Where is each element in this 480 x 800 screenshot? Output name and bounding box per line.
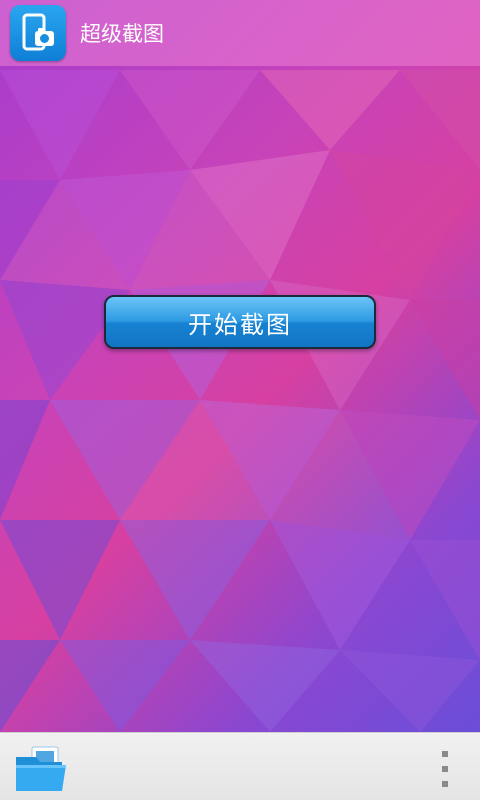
overflow-dot	[442, 766, 448, 772]
action-bar: 超级截图	[0, 0, 480, 66]
polygon-pattern	[0, 70, 480, 732]
wallpaper	[0, 0, 480, 732]
overflow-menu-icon[interactable]	[430, 751, 460, 787]
folder-glyph	[16, 746, 66, 791]
start-screenshot-button[interactable]: 开始截图	[104, 295, 376, 349]
overflow-dot	[442, 781, 448, 787]
phone-camera-icon[interactable]	[10, 5, 66, 61]
folder-icon[interactable]	[14, 743, 70, 795]
start-screenshot-label: 开始截图	[188, 310, 292, 339]
overflow-dot	[442, 751, 448, 757]
screen: 超级截图 开始截图	[0, 0, 480, 800]
app-title: 超级截图	[80, 22, 164, 46]
phone-camera-glyph	[22, 13, 54, 51]
bottom-bar	[0, 732, 480, 800]
